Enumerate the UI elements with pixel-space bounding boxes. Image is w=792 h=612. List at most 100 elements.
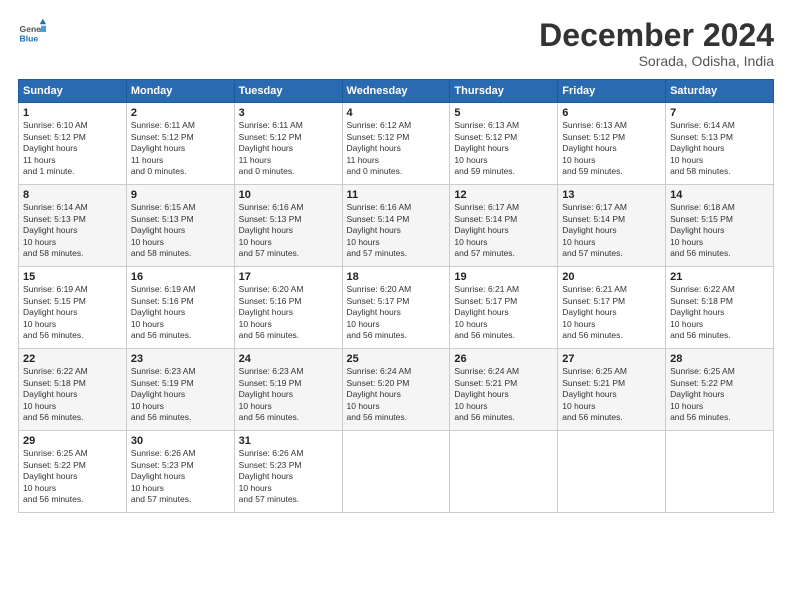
day-number: 3 (239, 107, 338, 119)
day-info: Sunrise: 6:25 AMSunset: 5:22 PMDaylight … (23, 448, 122, 505)
table-row: 12Sunrise: 6:17 AMSunset: 5:14 PMDayligh… (450, 185, 558, 267)
day-number: 30 (131, 435, 230, 447)
day-info: Sunrise: 6:25 AMSunset: 5:21 PMDaylight … (562, 366, 661, 423)
calendar-week-row: 15Sunrise: 6:19 AMSunset: 5:15 PMDayligh… (19, 267, 774, 349)
table-row: 22Sunrise: 6:22 AMSunset: 5:18 PMDayligh… (19, 349, 127, 431)
table-row: 2Sunrise: 6:11 AMSunset: 5:12 PMDaylight… (126, 103, 234, 185)
day-number: 20 (562, 271, 661, 283)
calendar-week-row: 22Sunrise: 6:22 AMSunset: 5:18 PMDayligh… (19, 349, 774, 431)
day-number: 24 (239, 353, 338, 365)
calendar-table: Sunday Monday Tuesday Wednesday Thursday… (18, 79, 774, 513)
day-info: Sunrise: 6:20 AMSunset: 5:16 PMDaylight … (239, 284, 338, 341)
day-info: Sunrise: 6:19 AMSunset: 5:15 PMDaylight … (23, 284, 122, 341)
day-info: Sunrise: 6:10 AMSunset: 5:12 PMDaylight … (23, 120, 122, 177)
day-number: 28 (670, 353, 769, 365)
day-info: Sunrise: 6:13 AMSunset: 5:12 PMDaylight … (562, 120, 661, 177)
day-info: Sunrise: 6:21 AMSunset: 5:17 PMDaylight … (562, 284, 661, 341)
day-info: Sunrise: 6:23 AMSunset: 5:19 PMDaylight … (239, 366, 338, 423)
table-row: 21Sunrise: 6:22 AMSunset: 5:18 PMDayligh… (666, 267, 774, 349)
day-number: 16 (131, 271, 230, 283)
table-row: 31Sunrise: 6:26 AMSunset: 5:23 PMDayligh… (234, 431, 342, 513)
title-area: December 2024 Sorada, Odisha, India (539, 18, 774, 69)
day-number: 31 (239, 435, 338, 447)
table-row: 13Sunrise: 6:17 AMSunset: 5:14 PMDayligh… (558, 185, 666, 267)
day-number: 9 (131, 189, 230, 201)
table-row: 11Sunrise: 6:16 AMSunset: 5:14 PMDayligh… (342, 185, 450, 267)
day-number: 26 (454, 353, 553, 365)
header-saturday: Saturday (666, 80, 774, 103)
day-number: 12 (454, 189, 553, 201)
day-number: 6 (562, 107, 661, 119)
day-number: 27 (562, 353, 661, 365)
calendar-week-row: 8Sunrise: 6:14 AMSunset: 5:13 PMDaylight… (19, 185, 774, 267)
calendar-week-row: 29Sunrise: 6:25 AMSunset: 5:22 PMDayligh… (19, 431, 774, 513)
day-info: Sunrise: 6:11 AMSunset: 5:12 PMDaylight … (239, 120, 338, 177)
table-row: 5Sunrise: 6:13 AMSunset: 5:12 PMDaylight… (450, 103, 558, 185)
day-number: 11 (347, 189, 446, 201)
header-tuesday: Tuesday (234, 80, 342, 103)
day-number: 19 (454, 271, 553, 283)
logo: General Blue (18, 18, 46, 46)
day-info: Sunrise: 6:23 AMSunset: 5:19 PMDaylight … (131, 366, 230, 423)
page: General Blue December 2024 Sorada, Odish… (0, 0, 792, 612)
day-number: 1 (23, 107, 122, 119)
table-row: 16Sunrise: 6:19 AMSunset: 5:16 PMDayligh… (126, 267, 234, 349)
table-row: 24Sunrise: 6:23 AMSunset: 5:19 PMDayligh… (234, 349, 342, 431)
day-number: 18 (347, 271, 446, 283)
calendar-header-row: Sunday Monday Tuesday Wednesday Thursday… (19, 80, 774, 103)
day-number: 22 (23, 353, 122, 365)
table-row (342, 431, 450, 513)
table-row: 20Sunrise: 6:21 AMSunset: 5:17 PMDayligh… (558, 267, 666, 349)
day-info: Sunrise: 6:17 AMSunset: 5:14 PMDaylight … (454, 202, 553, 259)
table-row: 10Sunrise: 6:16 AMSunset: 5:13 PMDayligh… (234, 185, 342, 267)
day-number: 7 (670, 107, 769, 119)
day-number: 17 (239, 271, 338, 283)
table-row: 15Sunrise: 6:19 AMSunset: 5:15 PMDayligh… (19, 267, 127, 349)
day-number: 14 (670, 189, 769, 201)
table-row: 9Sunrise: 6:15 AMSunset: 5:13 PMDaylight… (126, 185, 234, 267)
table-row: 26Sunrise: 6:24 AMSunset: 5:21 PMDayligh… (450, 349, 558, 431)
day-number: 23 (131, 353, 230, 365)
table-row: 17Sunrise: 6:20 AMSunset: 5:16 PMDayligh… (234, 267, 342, 349)
table-row (450, 431, 558, 513)
table-row: 19Sunrise: 6:21 AMSunset: 5:17 PMDayligh… (450, 267, 558, 349)
general-blue-logo-icon: General Blue (18, 18, 46, 46)
day-number: 2 (131, 107, 230, 119)
day-info: Sunrise: 6:13 AMSunset: 5:12 PMDaylight … (454, 120, 553, 177)
header-monday: Monday (126, 80, 234, 103)
table-row: 14Sunrise: 6:18 AMSunset: 5:15 PMDayligh… (666, 185, 774, 267)
day-info: Sunrise: 6:24 AMSunset: 5:20 PMDaylight … (347, 366, 446, 423)
header: General Blue December 2024 Sorada, Odish… (18, 18, 774, 69)
table-row: 8Sunrise: 6:14 AMSunset: 5:13 PMDaylight… (19, 185, 127, 267)
day-info: Sunrise: 6:14 AMSunset: 5:13 PMDaylight … (23, 202, 122, 259)
day-info: Sunrise: 6:21 AMSunset: 5:17 PMDaylight … (454, 284, 553, 341)
header-thursday: Thursday (450, 80, 558, 103)
header-wednesday: Wednesday (342, 80, 450, 103)
day-number: 8 (23, 189, 122, 201)
day-info: Sunrise: 6:11 AMSunset: 5:12 PMDaylight … (131, 120, 230, 177)
day-info: Sunrise: 6:22 AMSunset: 5:18 PMDaylight … (670, 284, 769, 341)
calendar-week-row: 1Sunrise: 6:10 AMSunset: 5:12 PMDaylight… (19, 103, 774, 185)
table-row: 1Sunrise: 6:10 AMSunset: 5:12 PMDaylight… (19, 103, 127, 185)
table-row: 7Sunrise: 6:14 AMSunset: 5:13 PMDaylight… (666, 103, 774, 185)
day-info: Sunrise: 6:26 AMSunset: 5:23 PMDaylight … (239, 448, 338, 505)
day-info: Sunrise: 6:24 AMSunset: 5:21 PMDaylight … (454, 366, 553, 423)
day-info: Sunrise: 6:18 AMSunset: 5:15 PMDaylight … (670, 202, 769, 259)
day-info: Sunrise: 6:15 AMSunset: 5:13 PMDaylight … (131, 202, 230, 259)
table-row: 29Sunrise: 6:25 AMSunset: 5:22 PMDayligh… (19, 431, 127, 513)
table-row: 6Sunrise: 6:13 AMSunset: 5:12 PMDaylight… (558, 103, 666, 185)
header-friday: Friday (558, 80, 666, 103)
day-number: 21 (670, 271, 769, 283)
table-row: 23Sunrise: 6:23 AMSunset: 5:19 PMDayligh… (126, 349, 234, 431)
day-number: 13 (562, 189, 661, 201)
table-row: 30Sunrise: 6:26 AMSunset: 5:23 PMDayligh… (126, 431, 234, 513)
table-row: 18Sunrise: 6:20 AMSunset: 5:17 PMDayligh… (342, 267, 450, 349)
day-info: Sunrise: 6:12 AMSunset: 5:12 PMDaylight … (347, 120, 446, 177)
table-row: 3Sunrise: 6:11 AMSunset: 5:12 PMDaylight… (234, 103, 342, 185)
day-info: Sunrise: 6:17 AMSunset: 5:14 PMDaylight … (562, 202, 661, 259)
svg-text:Blue: Blue (20, 33, 39, 43)
table-row: 4Sunrise: 6:12 AMSunset: 5:12 PMDaylight… (342, 103, 450, 185)
table-row: 25Sunrise: 6:24 AMSunset: 5:20 PMDayligh… (342, 349, 450, 431)
header-sunday: Sunday (19, 80, 127, 103)
day-info: Sunrise: 6:20 AMSunset: 5:17 PMDaylight … (347, 284, 446, 341)
